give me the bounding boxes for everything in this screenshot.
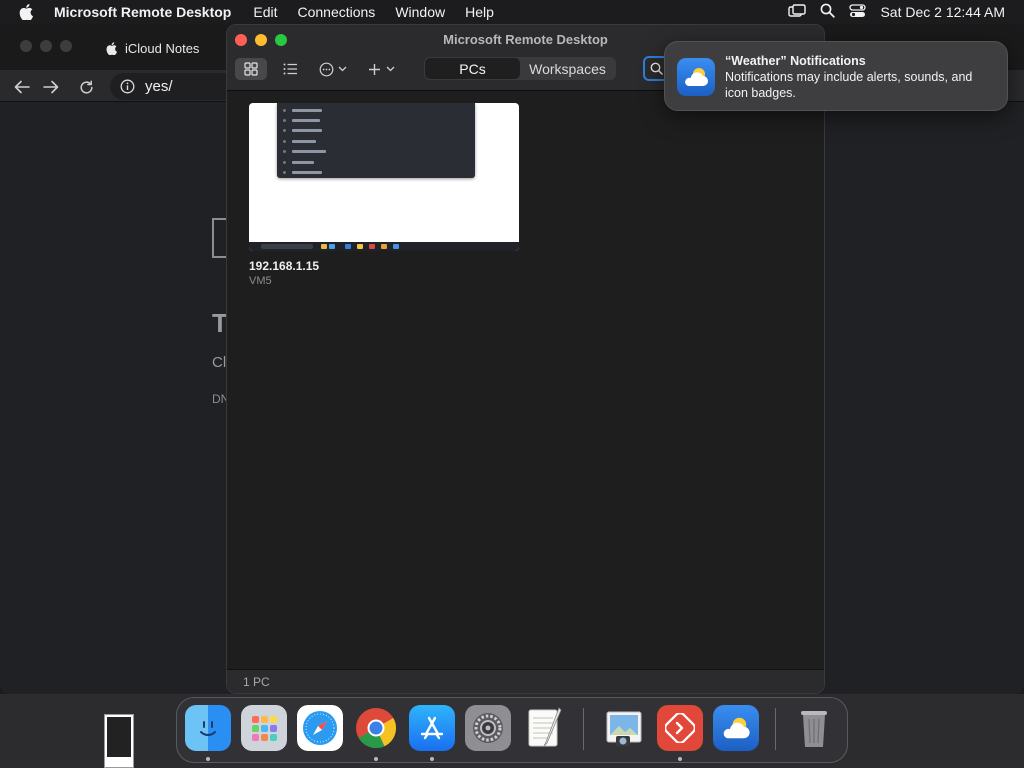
- pc-count: 1 PC: [243, 674, 270, 689]
- control-center-icon[interactable]: [849, 3, 867, 21]
- browser-zoom-button[interactable]: [60, 40, 72, 52]
- search-icon: [650, 62, 663, 75]
- pc-tile[interactable]: 192.168.1.15 VM5: [249, 103, 519, 287]
- ellipsis-circle-icon: [319, 62, 334, 76]
- spotlight-search-icon[interactable]: [820, 3, 836, 21]
- thumbnail-menu-preview: [277, 103, 475, 178]
- actions-menu-button[interactable]: [315, 58, 351, 80]
- browser-tab-title: iCloud Notes: [125, 41, 200, 56]
- textedit-icon[interactable]: [521, 705, 567, 751]
- notification-body: Notifications may include alerts, sounds…: [725, 70, 973, 100]
- list-icon: [283, 63, 297, 75]
- notification-title: “Weather” Notifications: [725, 54, 866, 68]
- weather-notification[interactable]: “Weather” Notifications Notifications ma…: [664, 41, 1008, 111]
- grid-icon: [244, 62, 258, 76]
- preview-icon[interactable]: [601, 705, 647, 751]
- screen-mirroring-icon[interactable]: [788, 3, 807, 21]
- remote-desktop-window: Microsoft Remote Desktop PCs Workspaces: [226, 24, 825, 694]
- chrome-running-indicator: [374, 757, 378, 761]
- dock-separator: [583, 708, 584, 750]
- system-settings-icon[interactable]: [465, 705, 511, 751]
- tab-workspaces[interactable]: Workspaces: [520, 58, 615, 79]
- forward-arrow-icon[interactable]: [40, 76, 62, 98]
- plus-icon: [368, 63, 380, 75]
- app-store-icon[interactable]: [409, 705, 455, 751]
- dock-separator: [775, 708, 776, 750]
- browser-minimize-button[interactable]: [40, 40, 52, 52]
- menu-connections[interactable]: Connections: [287, 4, 385, 20]
- info-icon[interactable]: [120, 79, 135, 94]
- add-menu-button[interactable]: [363, 58, 399, 80]
- pc-subtitle: VM5: [249, 275, 272, 287]
- weather-app-icon[interactable]: [713, 705, 759, 751]
- app-store-running-indicator: [430, 757, 434, 761]
- menu-bar: Microsoft Remote Desktop Edit Connection…: [0, 0, 1024, 24]
- chrome-icon[interactable]: [353, 705, 399, 751]
- trash-icon[interactable]: [791, 705, 837, 751]
- launchpad-icon[interactable]: [241, 705, 287, 751]
- list-view-button[interactable]: [277, 58, 303, 80]
- pc-thumbnail[interactable]: [249, 103, 519, 251]
- address-text: yes/: [145, 78, 173, 95]
- menu-help[interactable]: Help: [455, 4, 504, 20]
- grid-view-button[interactable]: [235, 58, 267, 80]
- chevron-down-icon: [338, 66, 347, 72]
- menu-edit[interactable]: Edit: [243, 4, 287, 20]
- browser-close-button[interactable]: [20, 40, 32, 52]
- page-text-fragment: Cl: [212, 354, 227, 371]
- rdp-status-bar: 1 PC: [227, 669, 824, 693]
- finder-icon[interactable]: [185, 705, 231, 751]
- minimized-window-thumbnail[interactable]: [104, 714, 134, 768]
- apple-logo-icon: [106, 42, 117, 55]
- menu-app-name[interactable]: Microsoft Remote Desktop: [52, 4, 243, 20]
- safari-icon[interactable]: [297, 705, 343, 751]
- menubar-clock[interactable]: Sat Dec 2 12:44 AM: [880, 4, 1005, 20]
- apple-menu-icon[interactable]: [0, 4, 52, 20]
- reload-icon[interactable]: [75, 76, 97, 98]
- dock: [176, 697, 848, 763]
- browser-window-controls: [20, 40, 72, 52]
- back-arrow-icon[interactable]: [11, 76, 33, 98]
- menu-window[interactable]: Window: [385, 4, 455, 20]
- weather-icon: [677, 58, 715, 96]
- chevron-down-icon: [386, 66, 394, 72]
- remote-desktop-running-indicator: [678, 757, 682, 761]
- remote-desktop-icon[interactable]: [657, 705, 703, 751]
- tab-pcs[interactable]: PCs: [425, 58, 520, 79]
- thumbnail-taskbar: [249, 242, 519, 251]
- finder-running-indicator: [206, 757, 210, 761]
- pcs-workspaces-segmented-control: PCs Workspaces: [424, 57, 616, 80]
- browser-tab[interactable]: iCloud Notes: [106, 41, 199, 56]
- pc-name: 192.168.1.15: [249, 259, 320, 273]
